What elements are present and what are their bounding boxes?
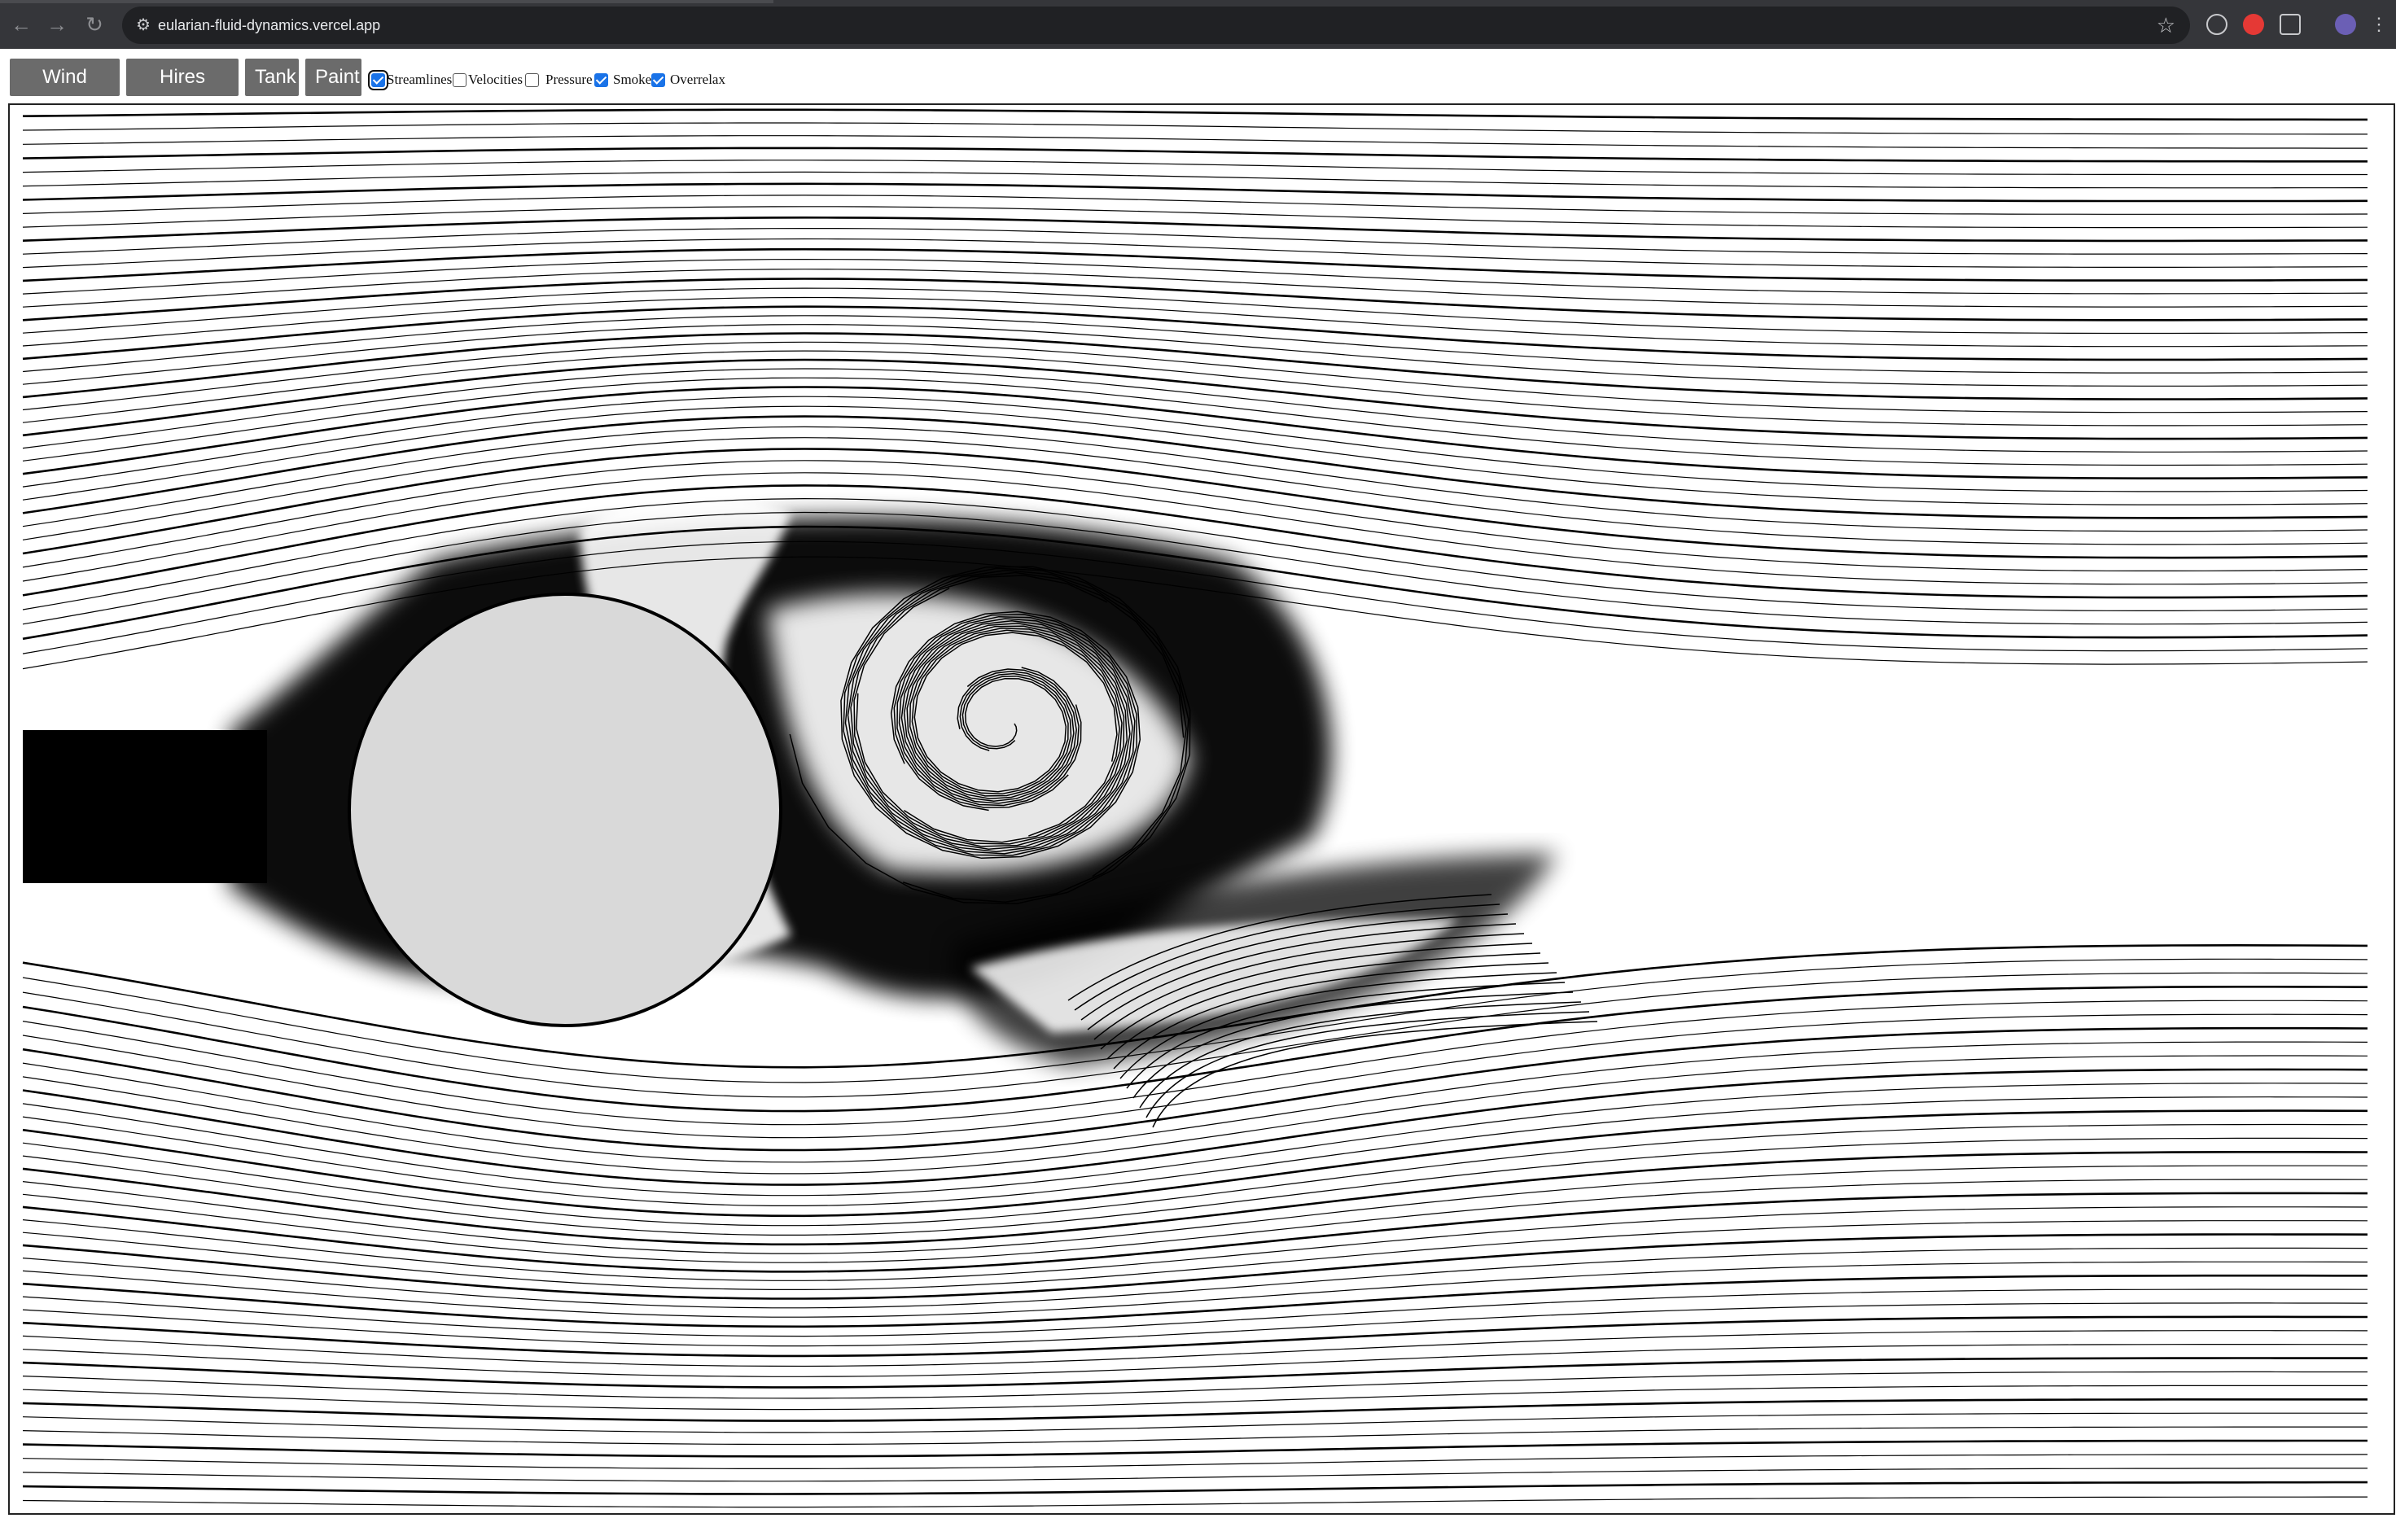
- streamline: [22, 1371, 2368, 1399]
- streamline: [22, 135, 2368, 149]
- overrelax-option[interactable]: Overrelax: [651, 70, 725, 90]
- simulation-drawing: [22, 108, 2368, 1508]
- streamlines-checkbox[interactable]: [368, 69, 388, 90]
- streamline: [22, 324, 2368, 387]
- forward-arrow-icon[interactable]: →: [44, 11, 70, 37]
- streamline: [22, 1344, 2368, 1377]
- streamline: [22, 415, 2368, 519]
- streamline: [22, 160, 2368, 176]
- reload-icon[interactable]: ↻: [81, 11, 107, 37]
- pressure-label: Pressure: [545, 72, 593, 87]
- streamline: [22, 1468, 2368, 1482]
- streamlines-label: Streamlines: [387, 72, 453, 87]
- streamline: [22, 1439, 2368, 1458]
- streamline: [22, 332, 2368, 400]
- site-settings-icon[interactable]: ⚙: [134, 15, 153, 35]
- velocities-checkbox[interactable]: [453, 72, 466, 87]
- streamline: [22, 108, 2368, 121]
- streamline: [22, 315, 2368, 374]
- streamline: [22, 1123, 2368, 1227]
- streamline: [22, 1454, 2368, 1469]
- controls-toolbar: Wind Tunnel Hires Tunnel Tank Paint Stre…: [0, 49, 2396, 125]
- profile-avatar-icon[interactable]: [2335, 14, 2356, 35]
- wind-tunnel-button[interactable]: Wind Tunnel: [10, 59, 120, 125]
- pressure-option[interactable]: Pressure: [525, 70, 593, 90]
- streamline: [22, 1288, 2368, 1337]
- streamline: [22, 1137, 2368, 1236]
- overrelax-label: Overrelax: [670, 72, 725, 87]
- simulation-canvas[interactable]: [8, 103, 2395, 1515]
- url-text: eularian-fluid-dynamics.vercel.app: [158, 17, 381, 33]
- smoke-option[interactable]: Smoke: [594, 70, 651, 90]
- streamline: [22, 216, 2368, 243]
- smoke-layer: [23, 495, 1557, 1065]
- extension-record-icon[interactable]: [2243, 14, 2264, 35]
- streamlines-option[interactable]: Streamlines: [368, 69, 453, 90]
- velocities-option[interactable]: Velocities: [453, 70, 523, 90]
- hires-tunnel-button[interactable]: Hires Tunnel: [126, 59, 239, 125]
- pressure-checkbox[interactable]: [525, 72, 539, 87]
- streamline: [22, 1192, 2368, 1273]
- active-tab-strip: [0, 0, 773, 3]
- extension-chatgpt-icon[interactable]: [2206, 14, 2227, 35]
- tank-button[interactable]: Tank: [245, 59, 299, 96]
- streamline: [22, 122, 2368, 135]
- browser-chrome: ← → ↻ ⚙ eularian-fluid-dynamics.vercel.a…: [0, 0, 2396, 49]
- streamline: [22, 1412, 2368, 1433]
- streamline: [22, 1165, 2368, 1254]
- streamline: [22, 1151, 2368, 1246]
- paint-button[interactable]: Paint: [305, 59, 361, 96]
- streamline: [22, 195, 2368, 215]
- streamline: [22, 1481, 2368, 1495]
- smoke-label: Smoke: [613, 72, 652, 87]
- menu-kebab-icon[interactable]: ⋮: [2366, 11, 2392, 37]
- smoke-checkbox[interactable]: [594, 72, 608, 87]
- streamline: [22, 1330, 2368, 1367]
- bookmark-star-icon[interactable]: ☆: [2157, 14, 2175, 37]
- extensions-puzzle-icon[interactable]: [2280, 14, 2301, 35]
- overrelax-checkbox[interactable]: [651, 72, 665, 87]
- address-bar[interactable]: ⚙ eularian-fluid-dynamics.vercel.app ☆: [122, 7, 2190, 44]
- streamline: [22, 147, 2368, 163]
- streamline: [22, 368, 2368, 453]
- back-arrow-icon[interactable]: ←: [8, 11, 34, 37]
- streamline: [22, 258, 2368, 295]
- streamline: [22, 426, 2368, 532]
- streamline: [22, 182, 2368, 203]
- streamline: [22, 1496, 2368, 1508]
- velocities-label: Velocities: [468, 72, 523, 87]
- circular-obstacle[interactable]: [348, 593, 782, 1027]
